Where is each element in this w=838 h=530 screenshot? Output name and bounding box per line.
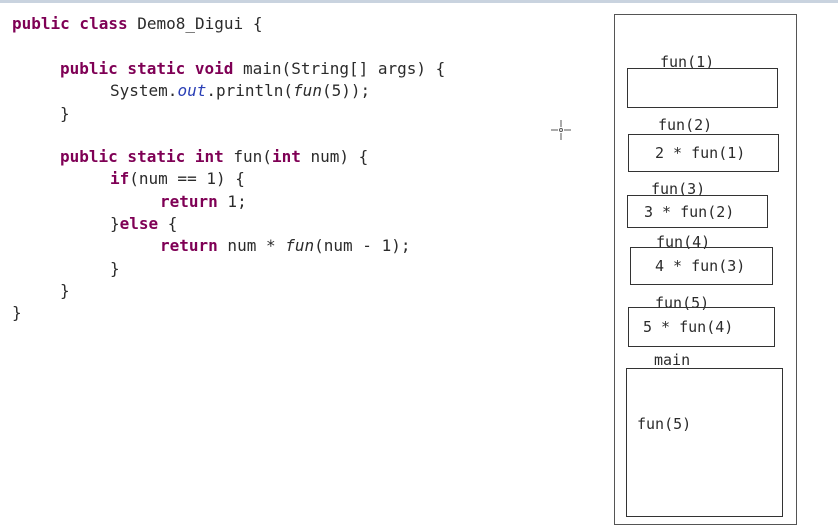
method-call: fun bbox=[293, 81, 322, 100]
code-line-if: if(num == 1) { bbox=[110, 168, 245, 190]
method-call: fun bbox=[285, 236, 315, 255]
keyword: int bbox=[271, 147, 301, 166]
keyword: public static int bbox=[60, 147, 224, 166]
keyword: return bbox=[160, 192, 218, 211]
code-line-println: System.out.println(fun(5)); bbox=[110, 80, 370, 102]
code-line-brace: } bbox=[110, 259, 120, 278]
code-line-brace: } bbox=[60, 104, 70, 123]
keyword: public class bbox=[12, 14, 128, 33]
stack-frame bbox=[627, 68, 778, 108]
code-line-class-decl: public class Demo8_Digui { bbox=[12, 13, 262, 35]
class-name: Demo8_Digui { bbox=[127, 14, 263, 33]
crosshair-cursor-icon bbox=[551, 120, 571, 140]
stack-frame: 3 * fun(2) bbox=[627, 195, 768, 228]
code-text: (num - 1); bbox=[314, 236, 411, 255]
code-text: (num == 1) { bbox=[129, 169, 245, 188]
keyword: return bbox=[160, 236, 218, 255]
code-line-brace: } bbox=[60, 281, 70, 300]
code-line-else: }else { bbox=[110, 213, 177, 235]
keyword: public static void bbox=[60, 59, 234, 78]
code-line-return-1: return 1; bbox=[160, 191, 247, 213]
code-text: .println( bbox=[206, 81, 294, 100]
code-text: } bbox=[110, 214, 120, 233]
code-text: main(String[] args) { bbox=[233, 59, 446, 78]
frame-label: main bbox=[654, 351, 691, 369]
code-line-main-signature: public static void main(String[] args) { bbox=[60, 58, 445, 80]
code-text: num) { bbox=[300, 147, 369, 166]
code-line-return-recursive: return num * fun(num - 1); bbox=[160, 235, 410, 257]
stack-frame: 2 * fun(1) bbox=[628, 134, 779, 172]
keyword: if bbox=[110, 169, 130, 188]
code-text: { bbox=[158, 214, 178, 233]
code-line-fun-signature: public static int fun(int num) { bbox=[60, 146, 368, 168]
code-text: 1; bbox=[217, 192, 247, 211]
keyword: else bbox=[119, 214, 159, 233]
stack-frame-main: fun(5) bbox=[626, 368, 783, 517]
static-field: out bbox=[177, 81, 207, 100]
top-border bbox=[0, 0, 838, 3]
stack-frame: 4 * fun(3) bbox=[630, 247, 773, 285]
code-text: num * bbox=[217, 236, 286, 255]
code-line-brace: } bbox=[12, 303, 22, 322]
stack-frame: 5 * fun(4) bbox=[628, 307, 775, 347]
frame-label: fun(2) bbox=[658, 116, 713, 134]
code-text: fun( bbox=[223, 147, 272, 166]
code-text: System. bbox=[110, 81, 178, 100]
code-text: (5)); bbox=[321, 81, 371, 100]
